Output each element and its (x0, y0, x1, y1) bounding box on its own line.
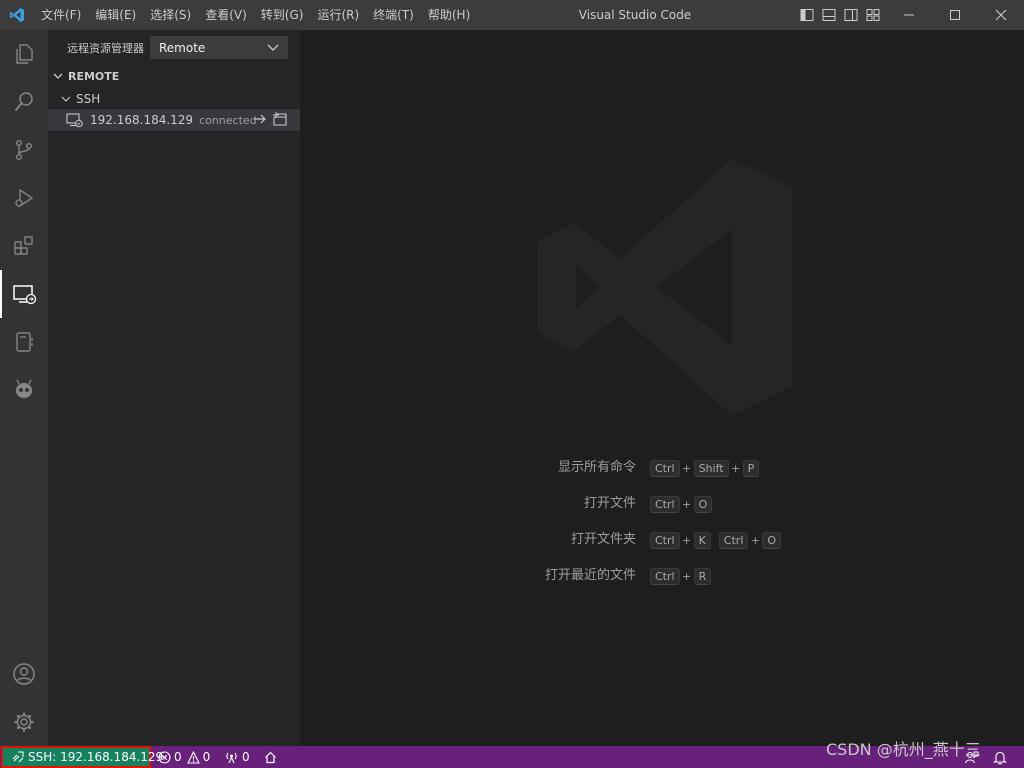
shortcut-label: 打开文件 (583, 496, 636, 511)
menu-bar: 文件(F) 编辑(E) 选择(S) 查看(V) 转到(G) 运行(R) 终端(T… (34, 0, 477, 30)
key-r: R (693, 567, 712, 585)
extensions-icon[interactable] (0, 222, 48, 270)
explorer-icon[interactable] (0, 30, 48, 78)
ports-status[interactable]: 0 (224, 746, 250, 768)
problems-status[interactable]: 0 0 (158, 746, 210, 768)
vscode-watermark-logo-icon (536, 157, 794, 420)
notifications-bell-icon[interactable] (993, 750, 1007, 765)
warning-count: 0 (202, 750, 211, 764)
menu-edit[interactable]: 编辑(E) (88, 0, 143, 30)
warning-icon (186, 750, 200, 764)
error-count: 0 (174, 750, 182, 764)
notebook-icon[interactable] (0, 318, 48, 366)
menu-view[interactable]: 查看(V) (198, 0, 254, 30)
close-icon[interactable] (978, 0, 1024, 30)
shortcut-row-show-commands[interactable]: 显示所有命令 Ctrl + Shift + P (300, 458, 1024, 478)
toggle-panel-icon[interactable] (820, 6, 838, 24)
sidebar-title: 远程资源管理器 (67, 42, 144, 55)
menu-run[interactable]: 运行(R) (310, 0, 366, 30)
key-o: O (762, 531, 782, 549)
connect-in-new-window-icon[interactable] (272, 111, 288, 127)
shortcut-label: 打开最近的文件 (544, 568, 636, 583)
shortcut-label: 打开文件夹 (570, 532, 636, 547)
key-shift: Shift (693, 459, 729, 477)
remote-indicator-label: SSH: 192.168.184.129 (28, 750, 164, 764)
platformio-icon[interactable] (0, 366, 48, 414)
ports-count: 0 (242, 750, 250, 764)
connect-in-current-window-icon[interactable] (252, 111, 268, 127)
shortcut-label: 显示所有命令 (557, 460, 636, 475)
shortcut-row-open-file[interactable]: 打开文件 Ctrl + O (300, 494, 1024, 514)
chevron-down-icon (60, 93, 72, 105)
ssh-group[interactable]: SSH (48, 88, 300, 110)
key-o: O (693, 495, 713, 513)
remote-explorer-icon[interactable] (0, 270, 48, 318)
sidebar-header: 远程资源管理器 Remote (48, 36, 300, 60)
remote-type-value: Remote (159, 40, 206, 55)
vscode-logo-icon (0, 0, 34, 30)
source-control-icon[interactable] (0, 126, 48, 174)
chevron-down-icon (266, 40, 280, 57)
ssh-group-label: SSH (76, 92, 101, 106)
menu-terminal[interactable]: 终端(T) (366, 0, 421, 30)
accounts-icon[interactable] (0, 650, 48, 698)
search-icon[interactable] (0, 78, 48, 126)
manage-gear-icon[interactable] (0, 698, 48, 746)
menu-selection[interactable]: 选择(S) (143, 0, 198, 30)
key-ctrl: Ctrl (650, 567, 680, 585)
editor-area: 显示所有命令 Ctrl + Shift + P 打开文件 Ctrl + O 打开文件夹… (300, 30, 1024, 746)
ssh-host-item[interactable]: 192.168.184.129 connected (48, 109, 300, 131)
menu-go[interactable]: 转到(G) (254, 0, 311, 30)
remote-connected-icon (66, 112, 84, 128)
activity-bar (0, 30, 48, 746)
remote-explorer-sidebar: 远程资源管理器 Remote REMOTE SSH 192.168.184.12… (48, 30, 300, 746)
run-debug-icon[interactable] (0, 174, 48, 222)
title-bar: 文件(F) 编辑(E) 选择(S) 查看(V) 转到(G) 运行(R) 终端(T… (0, 0, 1024, 30)
minimize-icon[interactable] (886, 0, 932, 30)
key-ctrl: Ctrl (650, 459, 680, 477)
shortcut-row-open-recent[interactable]: 打开最近的文件 Ctrl + R (300, 566, 1024, 586)
menu-help[interactable]: 帮助(H) (421, 0, 477, 30)
remote-section-header[interactable]: REMOTE (48, 66, 300, 86)
window-title: Visual Studio Code (578, 8, 692, 22)
ssh-host-status: connected (199, 113, 257, 127)
home-icon[interactable] (264, 746, 277, 768)
ssh-host-address: 192.168.184.129 (90, 113, 194, 127)
shortcut-row-open-folder[interactable]: 打开文件夹 Ctrl + K Ctrl + O (300, 530, 1024, 550)
key-ctrl: Ctrl (650, 495, 680, 513)
key-ctrl: Ctrl (650, 531, 680, 549)
key-k: K (693, 531, 711, 549)
chevron-down-icon (52, 70, 64, 82)
broadcast-icon (224, 751, 239, 764)
toggle-secondary-sidebar-icon[interactable] (842, 6, 860, 24)
customize-layout-icon[interactable] (864, 6, 882, 24)
csdn-watermark: CSDN @杭州_燕十三 (826, 740, 981, 759)
error-icon (158, 750, 171, 764)
menu-file[interactable]: 文件(F) (34, 0, 88, 30)
section-label: REMOTE (68, 69, 120, 83)
remote-connection-icon (12, 751, 24, 763)
remote-indicator[interactable]: SSH: 192.168.184.129 (1, 746, 163, 768)
remote-type-dropdown[interactable]: Remote (150, 36, 288, 59)
key-ctrl: Ctrl (718, 531, 749, 549)
key-p: P (742, 459, 760, 477)
maximize-icon[interactable] (932, 0, 978, 30)
toggle-primary-sidebar-icon[interactable] (798, 6, 816, 24)
